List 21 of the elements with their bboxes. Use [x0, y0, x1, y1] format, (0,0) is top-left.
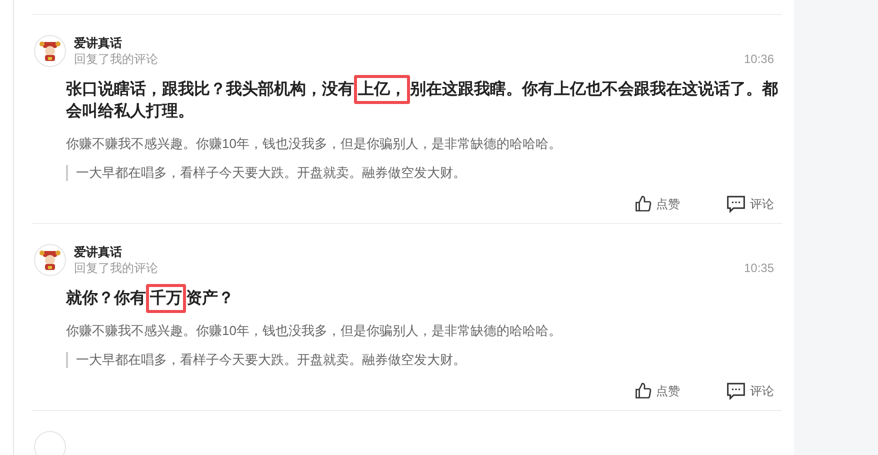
comment-time: 10:35 — [744, 260, 774, 276]
avatar-drawing — [34, 35, 66, 67]
avatar-drawing — [34, 244, 66, 276]
author-name[interactable]: 爱讲真话 — [74, 244, 782, 260]
quoted-comment: 一大早都在唱多，看样子今天要大跌。开盘就卖。融券做空发大财。 — [66, 165, 782, 181]
thumbs-up-icon — [634, 195, 652, 213]
comment-icon — [726, 382, 746, 400]
comment-icon — [726, 195, 746, 213]
comment-button[interactable]: 评论 — [726, 195, 774, 213]
author-name[interactable]: 爱讲真话 — [74, 35, 782, 51]
like-button[interactable]: 点赞 — [634, 195, 680, 213]
my-comment-text: 你赚不赚我不感兴趣。你赚10年，钱也没我多，但是你骗别人，是非常缺德的哈哈哈。 — [66, 322, 562, 340]
avatar — [34, 431, 66, 455]
thumbs-up-icon — [634, 382, 652, 400]
comment-button[interactable]: 评论 — [726, 382, 774, 400]
my-comment-text: 你赚不赚我不感兴趣。你赚10年，钱也没我多，但是你骗别人，是非常缺德的哈哈哈。 — [66, 135, 562, 153]
comment-time: 10:36 — [744, 51, 774, 67]
reply-notice: 回复了我的评论 — [74, 260, 158, 276]
quoted-comment: 一大早都在唱多，看样子今天要大跌。开盘就卖。融券做空发大财。 — [66, 352, 782, 368]
like-button[interactable]: 点赞 — [634, 382, 680, 400]
reply-notice: 回复了我的评论 — [74, 51, 158, 67]
